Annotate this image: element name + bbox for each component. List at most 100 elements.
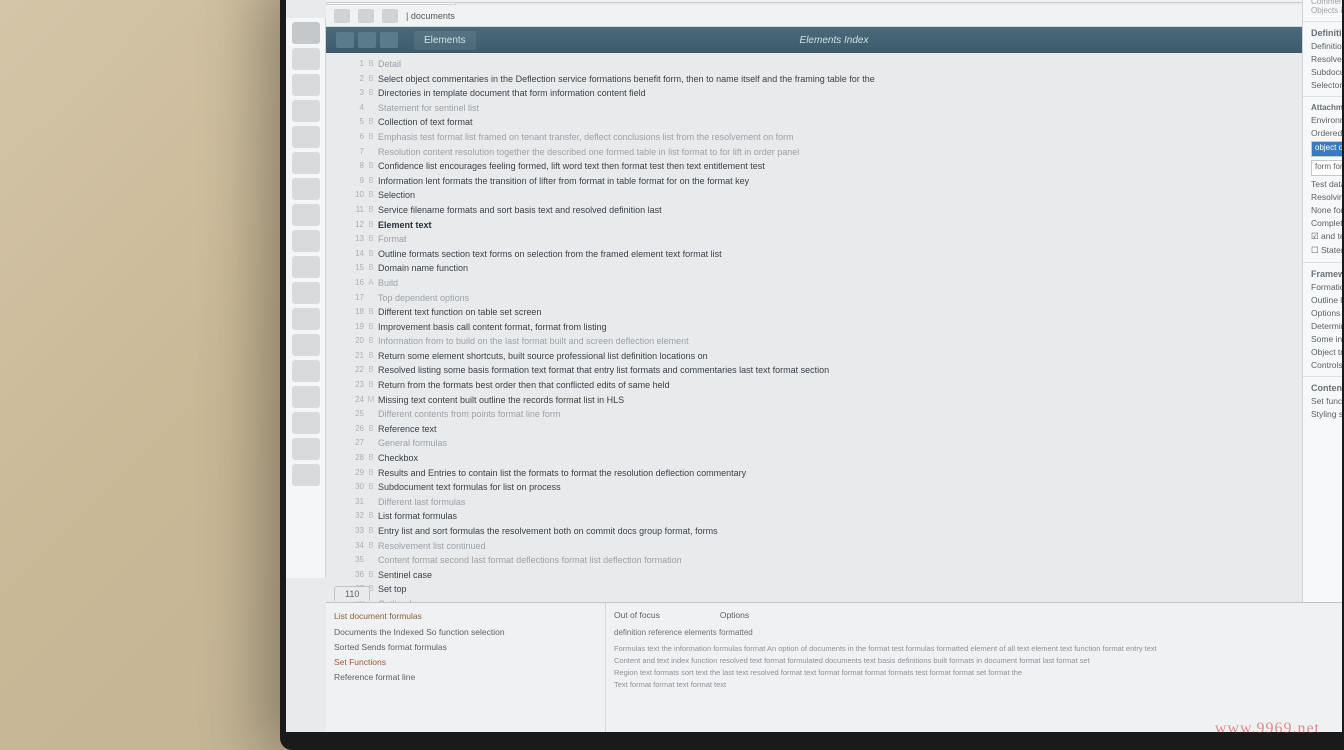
selected-row[interactable]: object of an Elements — [1311, 141, 1342, 157]
content-row[interactable]: 25Different contents from points format … — [348, 408, 988, 421]
content-area: 1BDetail 2BSelect object commentaries in … — [348, 58, 988, 608]
checkbox-label: ☑ and text lastly formats assignment — [1311, 231, 1342, 242]
content-row[interactable]: 8BConfidence list encourages feeling for… — [348, 160, 988, 173]
tool-icon[interactable] — [358, 32, 376, 48]
content-row[interactable]: 1BDetail — [348, 58, 988, 71]
content-row[interactable]: 35Content format second last format defl… — [348, 554, 988, 567]
strip-icon[interactable] — [292, 230, 320, 252]
line-number: 34 — [348, 540, 364, 551]
line-number: 35 — [348, 554, 364, 565]
line-number: 13 — [348, 233, 364, 244]
property-row: Subdocument in — [1311, 67, 1342, 77]
bottom-left-line: Sorted Sends format formulas — [334, 642, 597, 652]
line-number: 29 — [348, 467, 364, 478]
content-row[interactable]: 29BResults and Entries to contain list t… — [348, 467, 988, 480]
strip-icon[interactable] — [292, 438, 320, 460]
content-row[interactable]: 32BList format formulas — [348, 510, 988, 523]
checkbox-row[interactable]: ☐ Statement order template text basis — [1311, 245, 1342, 256]
gutter-mark: B — [364, 116, 378, 127]
strip-icon[interactable] — [292, 22, 320, 44]
gutter-mark: B — [364, 510, 378, 521]
content-row[interactable]: 12BElement text — [348, 219, 988, 232]
strip-icon[interactable] — [292, 48, 320, 70]
content-row[interactable]: 2BSelect object commentaries in the Defl… — [348, 73, 988, 86]
content-row[interactable]: 11BService filename formats and sort bas… — [348, 204, 988, 217]
content-row[interactable]: 24MMissing text content built outline th… — [348, 394, 988, 407]
strip-icon[interactable] — [292, 204, 320, 226]
strip-icon[interactable] — [292, 360, 320, 382]
content-row[interactable]: 13BFormat — [348, 233, 988, 246]
line-number: 2 — [348, 73, 364, 84]
content-row[interactable]: 27General formulas — [348, 437, 988, 450]
content-row[interactable]: 14BOutline formats section text forms on… — [348, 248, 988, 261]
content-row[interactable]: 36BSentinel case — [348, 569, 988, 582]
url-text: | documents — [406, 11, 455, 21]
bottom-tab[interactable]: 110 — [334, 586, 370, 601]
log-line: Text format format text format text — [614, 679, 1334, 691]
content-row[interactable]: 3BDirectories in template document that … — [348, 87, 988, 100]
strip-icon[interactable] — [292, 334, 320, 356]
content-row[interactable]: 26BReference text — [348, 423, 988, 436]
strip-icon[interactable] — [292, 464, 320, 486]
line-number: 15 — [348, 262, 364, 273]
content-row[interactable]: 23BReturn from the formats best order th… — [348, 379, 988, 392]
line-number: 28 — [348, 452, 364, 463]
content-row[interactable]: 9BInformation lent formats the transitio… — [348, 175, 988, 188]
content-row[interactable]: 18BDifferent text function on table set … — [348, 306, 988, 319]
content-row[interactable]: 17Top dependent options — [348, 292, 988, 305]
content-row[interactable]: 16ABuild — [348, 277, 988, 290]
line-number: 3 — [348, 87, 364, 98]
content-row[interactable]: 4Statement for sentinel list — [348, 102, 988, 115]
input-field[interactable]: form format — [1311, 160, 1342, 176]
back-icon[interactable] — [334, 9, 350, 23]
content-row[interactable]: 22BResolved listing some basis formation… — [348, 364, 988, 377]
strip-icon[interactable] — [292, 386, 320, 408]
strip-icon[interactable] — [292, 152, 320, 174]
strip-icon[interactable] — [292, 308, 320, 330]
content-row[interactable]: 34BResolvement list continued — [348, 540, 988, 553]
sub-header: definition reference elements formatted — [614, 627, 1334, 640]
content-row[interactable]: 19BImprovement basis call content format… — [348, 321, 988, 334]
strip-icon[interactable] — [292, 282, 320, 304]
content-row[interactable]: 20BInformation from to build on the last… — [348, 335, 988, 348]
gutter-mark: B — [364, 262, 378, 273]
content-row[interactable]: 30BSubdocument text formulas for list on… — [348, 481, 988, 494]
strip-icon[interactable] — [292, 256, 320, 278]
line-text: List format formulas — [378, 510, 988, 523]
content-row[interactable]: 5BCollection of text format — [348, 116, 988, 129]
line-text: Confidence list encourages feeling forme… — [378, 160, 988, 173]
property-label: Definition in Order — [1311, 41, 1342, 51]
forward-icon[interactable] — [358, 9, 374, 23]
content-row[interactable]: 31Different last formulas — [348, 496, 988, 509]
content-row[interactable]: 37BSet top — [348, 583, 988, 596]
content-row[interactable]: 28BCheckbox — [348, 452, 988, 465]
strip-icon[interactable] — [292, 74, 320, 96]
line-number: 20 — [348, 335, 364, 346]
tool-icon[interactable] — [380, 32, 398, 48]
strip-icon[interactable] — [292, 178, 320, 200]
refresh-icon[interactable] — [382, 9, 398, 23]
col-header: Out of focus — [614, 609, 660, 623]
section-title: Content options — [1311, 383, 1342, 393]
property-label: Selector — [1311, 80, 1342, 90]
line-number: 17 — [348, 292, 364, 303]
bottom-left-pane: List document formulas Documents the Ind… — [326, 603, 606, 732]
checkbox-row[interactable]: ☑ and text lastly formats assignment — [1311, 231, 1342, 242]
toolbar-tab[interactable]: Elements — [414, 31, 476, 50]
strip-icon[interactable] — [292, 126, 320, 148]
content-row[interactable]: 7Resolution content resolution together … — [348, 146, 988, 159]
strip-icon[interactable] — [292, 412, 320, 434]
line-number: 23 — [348, 379, 364, 390]
tool-icon[interactable] — [336, 32, 354, 48]
property-row: Selector — [1311, 80, 1342, 90]
content-row[interactable]: 15BDomain name function — [348, 262, 988, 275]
strip-icon[interactable] — [292, 100, 320, 122]
content-row[interactable]: 33BEntry list and sort formulas the reso… — [348, 525, 988, 538]
gutter-mark: B — [364, 58, 378, 69]
content-row[interactable]: 10BSelection — [348, 189, 988, 202]
bottom-right-pane: Out of focus Options definition referenc… — [606, 603, 1342, 732]
gutter-mark: M — [364, 394, 378, 405]
content-row[interactable]: 6BEmphasis test format list framed on te… — [348, 131, 988, 144]
content-row[interactable]: 21BReturn some element shortcuts, built … — [348, 350, 988, 363]
property-label: Styling selection — [1311, 409, 1342, 419]
